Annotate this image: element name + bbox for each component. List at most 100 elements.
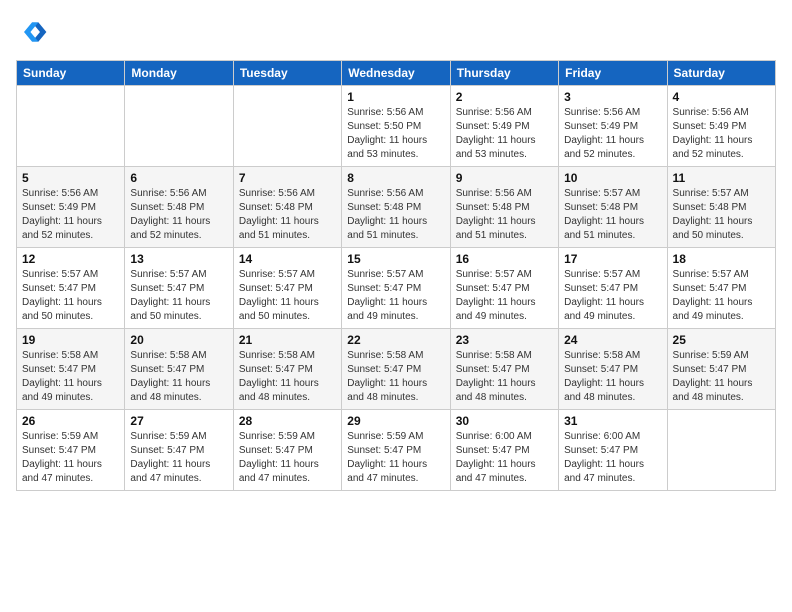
day-number: 3 [564,90,661,104]
cell-content: Sunrise: 5:58 AM Sunset: 5:47 PM Dayligh… [564,349,661,405]
day-number: 1 [347,90,444,104]
calendar-cell: 6 Sunrise: 5:56 AM Sunset: 5:48 PM Daylig… [125,167,233,248]
cell-content: Sunrise: 5:56 AM Sunset: 5:49 PM Dayligh… [673,106,770,162]
calendar-cell: 31 Sunrise: 6:00 AM Sunset: 5:47 PM Dayli… [559,410,667,491]
cell-content: Sunrise: 5:57 AM Sunset: 5:47 PM Dayligh… [347,268,444,324]
cell-content: Sunrise: 5:56 AM Sunset: 5:48 PM Dayligh… [239,187,336,243]
calendar-cell: 15 Sunrise: 5:57 AM Sunset: 5:47 PM Dayli… [342,248,450,329]
cell-content: Sunrise: 5:57 AM Sunset: 5:47 PM Dayligh… [456,268,553,324]
calendar-cell [17,86,125,167]
day-number: 31 [564,414,661,428]
column-header-saturday: Saturday [667,61,775,86]
cell-content: Sunrise: 6:00 AM Sunset: 5:47 PM Dayligh… [564,430,661,486]
calendar-cell: 11 Sunrise: 5:57 AM Sunset: 5:48 PM Dayli… [667,167,775,248]
cell-content: Sunrise: 5:58 AM Sunset: 5:47 PM Dayligh… [130,349,227,405]
cell-content: Sunrise: 5:56 AM Sunset: 5:48 PM Dayligh… [347,187,444,243]
calendar-cell: 16 Sunrise: 5:57 AM Sunset: 5:47 PM Dayli… [450,248,558,329]
calendar-cell: 17Sunrise: 5:57 AM Sunset: 5:47 PM Dayli… [559,248,667,329]
calendar-cell [233,86,341,167]
calendar-cell: 10 Sunrise: 5:57 AM Sunset: 5:48 PM Dayli… [559,167,667,248]
day-number: 18 [673,252,770,266]
calendar-cell: 12 Sunrise: 5:57 AM Sunset: 5:47 PM Dayli… [17,248,125,329]
calendar-cell: 4 Sunrise: 5:56 AM Sunset: 5:49 PM Daylig… [667,86,775,167]
day-number: 16 [456,252,553,266]
calendar-cell: 20 Sunrise: 5:58 AM Sunset: 5:47 PM Dayli… [125,329,233,410]
day-number: 23 [456,333,553,347]
logo [16,16,52,48]
cell-content: Sunrise: 5:58 AM Sunset: 5:47 PM Dayligh… [347,349,444,405]
day-number: 27 [130,414,227,428]
cell-content: Sunrise: 5:57 AM Sunset: 5:47 PM Dayligh… [239,268,336,324]
day-number: 15 [347,252,444,266]
calendar-cell: 7Sunrise: 5:56 AM Sunset: 5:48 PM Daylig… [233,167,341,248]
cell-content: Sunrise: 5:57 AM Sunset: 5:48 PM Dayligh… [673,187,770,243]
day-number: 8 [347,171,444,185]
logo-icon [16,16,48,48]
column-header-friday: Friday [559,61,667,86]
cell-content: Sunrise: 5:59 AM Sunset: 5:47 PM Dayligh… [347,430,444,486]
calendar-cell: 13 Sunrise: 5:57 AM Sunset: 5:47 PM Dayli… [125,248,233,329]
cell-content: Sunrise: 5:56 AM Sunset: 5:49 PM Dayligh… [456,106,553,162]
calendar-week-1: 1Sunrise: 5:56 AM Sunset: 5:50 PM Daylig… [17,86,776,167]
day-number: 14 [239,252,336,266]
calendar-cell [667,410,775,491]
page-header [16,16,776,48]
cell-content: Sunrise: 5:57 AM Sunset: 5:47 PM Dayligh… [673,268,770,324]
day-number: 22 [347,333,444,347]
calendar-cell: 27 Sunrise: 5:59 AM Sunset: 5:47 PM Dayli… [125,410,233,491]
column-header-tuesday: Tuesday [233,61,341,86]
day-number: 5 [22,171,119,185]
calendar-cell: 8 Sunrise: 5:56 AM Sunset: 5:48 PM Daylig… [342,167,450,248]
day-number: 24 [564,333,661,347]
calendar-cell: 22 Sunrise: 5:58 AM Sunset: 5:47 PM Dayli… [342,329,450,410]
cell-content: Sunrise: 5:58 AM Sunset: 5:47 PM Dayligh… [456,349,553,405]
day-number: 29 [347,414,444,428]
day-number: 20 [130,333,227,347]
calendar-week-5: 26Sunrise: 5:59 AM Sunset: 5:47 PM Dayli… [17,410,776,491]
day-number: 19 [22,333,119,347]
cell-content: Sunrise: 5:57 AM Sunset: 5:47 PM Dayligh… [130,268,227,324]
day-number: 12 [22,252,119,266]
calendar-cell: 5 Sunrise: 5:56 AM Sunset: 5:49 PM Daylig… [17,167,125,248]
day-number: 30 [456,414,553,428]
cell-content: Sunrise: 5:59 AM Sunset: 5:47 PM Dayligh… [130,430,227,486]
cell-content: Sunrise: 5:59 AM Sunset: 5:47 PM Dayligh… [673,349,770,405]
column-header-thursday: Thursday [450,61,558,86]
day-number: 9 [456,171,553,185]
day-number: 17 [564,252,661,266]
cell-content: Sunrise: 5:56 AM Sunset: 5:48 PM Dayligh… [130,187,227,243]
cell-content: Sunrise: 5:57 AM Sunset: 5:47 PM Dayligh… [22,268,119,324]
calendar-cell: 14 Sunrise: 5:57 AM Sunset: 5:47 PM Dayli… [233,248,341,329]
column-header-monday: Monday [125,61,233,86]
calendar-header-row: SundayMondayTuesdayWednesdayThursdayFrid… [17,61,776,86]
cell-content: Sunrise: 5:56 AM Sunset: 5:49 PM Dayligh… [564,106,661,162]
calendar-cell: 28Sunrise: 5:59 AM Sunset: 5:47 PM Dayli… [233,410,341,491]
calendar-cell [125,86,233,167]
calendar-week-4: 19 Sunrise: 5:58 AM Sunset: 5:47 PM Dayli… [17,329,776,410]
calendar-cell: 18 Sunrise: 5:57 AM Sunset: 5:47 PM Dayli… [667,248,775,329]
cell-content: Sunrise: 5:58 AM Sunset: 5:47 PM Dayligh… [239,349,336,405]
day-number: 6 [130,171,227,185]
cell-content: Sunrise: 5:57 AM Sunset: 5:48 PM Dayligh… [564,187,661,243]
calendar-cell: 1Sunrise: 5:56 AM Sunset: 5:50 PM Daylig… [342,86,450,167]
day-number: 2 [456,90,553,104]
day-number: 13 [130,252,227,266]
calendar-cell: 24 Sunrise: 5:58 AM Sunset: 5:47 PM Dayli… [559,329,667,410]
calendar-table: SundayMondayTuesdayWednesdayThursdayFrid… [16,60,776,491]
day-number: 25 [673,333,770,347]
calendar-cell: 23 Sunrise: 5:58 AM Sunset: 5:47 PM Dayli… [450,329,558,410]
column-header-wednesday: Wednesday [342,61,450,86]
calendar-cell: 9Sunrise: 5:56 AM Sunset: 5:48 PM Daylig… [450,167,558,248]
calendar-cell: 26Sunrise: 5:59 AM Sunset: 5:47 PM Dayli… [17,410,125,491]
calendar-cell: 3 Sunrise: 5:56 AM Sunset: 5:49 PM Daylig… [559,86,667,167]
day-number: 4 [673,90,770,104]
day-number: 10 [564,171,661,185]
cell-content: Sunrise: 5:59 AM Sunset: 5:47 PM Dayligh… [239,430,336,486]
day-number: 11 [673,171,770,185]
cell-content: Sunrise: 5:58 AM Sunset: 5:47 PM Dayligh… [22,349,119,405]
calendar-cell: 21Sunrise: 5:58 AM Sunset: 5:47 PM Dayli… [233,329,341,410]
cell-content: Sunrise: 5:56 AM Sunset: 5:49 PM Dayligh… [22,187,119,243]
calendar-cell: 29 Sunrise: 5:59 AM Sunset: 5:47 PM Dayli… [342,410,450,491]
calendar-cell: 30Sunrise: 6:00 AM Sunset: 5:47 PM Dayli… [450,410,558,491]
cell-content: Sunrise: 5:59 AM Sunset: 5:47 PM Dayligh… [22,430,119,486]
